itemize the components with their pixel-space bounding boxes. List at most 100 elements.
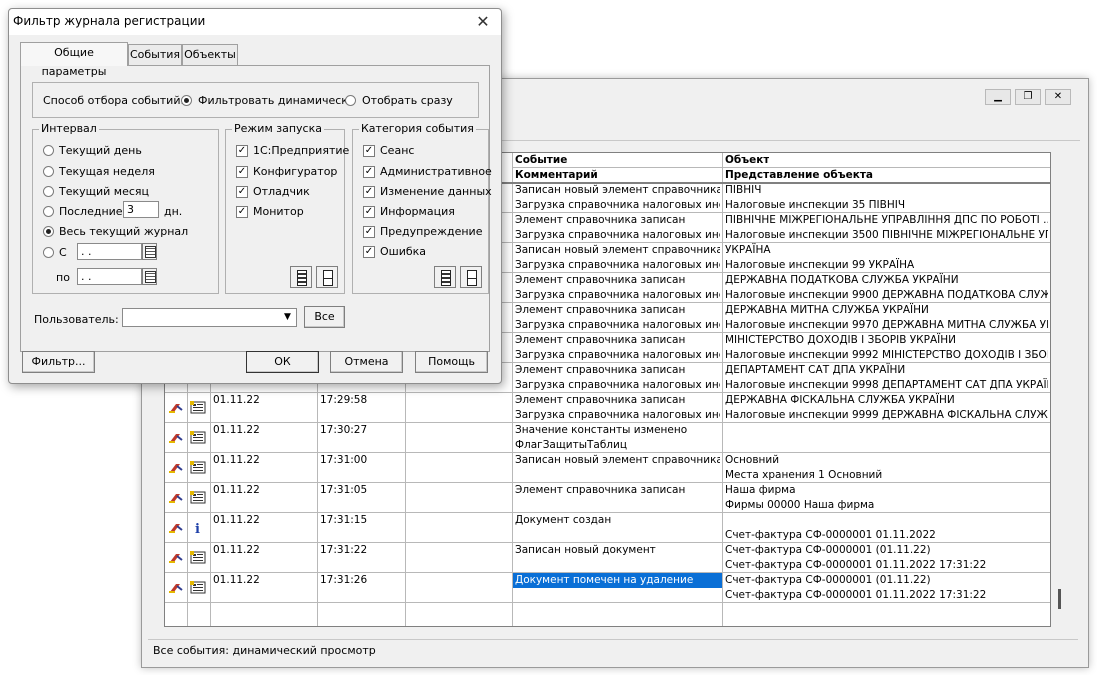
category-admin-checkbox[interactable]: ✓ [363,166,375,178]
object_repr-cell[interactable]: Налоговые инспекции 9999 ДЕРЖАВНА ФІСКАЛ… [725,408,1048,423]
time-cell[interactable]: 17:31:22 [320,543,403,558]
comment-cell[interactable]: Загрузка справочника налоговых инспе [515,348,720,363]
event-cell[interactable]: Элемент справочника записан [515,393,720,408]
object_repr-cell[interactable]: Налоговые инспекции 35 ПІВНІЧ [725,198,1048,213]
event-cell[interactable]: Документ создан [515,513,720,528]
from-calendar-button[interactable] [142,243,157,260]
category-data-change-checkbox[interactable]: ✓ [363,186,375,198]
last-days-input[interactable]: 3 [123,201,159,218]
restore-button[interactable]: ❐ [1015,89,1041,105]
object_repr-cell[interactable]: Налоговые инспекции 9970 ДЕРЖАВНА МИТНА … [725,318,1048,333]
event-cell[interactable]: Документ помечен на удаление [513,573,722,588]
select-now-radio[interactable] [345,95,356,106]
object_repr-cell[interactable]: Налоговые инспекции 9998 ДЕПАРТАМЕНТ САТ… [725,378,1048,393]
object_repr-cell[interactable]: Налоговые инспекции 99 УКРАЇНА [725,258,1048,273]
launch-debugger-checkbox[interactable]: ✓ [236,186,248,198]
ok-button[interactable]: ОК [246,351,319,373]
launch-enterprise-checkbox[interactable]: ✓ [236,145,248,157]
comment-cell[interactable]: Загрузка справочника налоговых инспе [515,318,720,333]
date-cell[interactable]: 01.11.22 [213,483,315,498]
time-cell[interactable]: 17:31:26 [320,573,403,588]
time-cell[interactable]: 17:31:00 [320,453,403,468]
chevron-down-icon[interactable]: ▼ [279,309,296,326]
filter-button[interactable]: Фильтр... [22,351,95,373]
filter-dynamic-radio[interactable] [181,95,192,106]
time-cell[interactable]: 17:31:05 [320,483,403,498]
time-cell[interactable]: 17:30:27 [320,423,403,438]
event-cell[interactable]: Элемент справочника записан [515,273,720,288]
event-cell[interactable]: Записан новый элемент справочника [515,243,720,258]
event-cell[interactable]: Записан новый документ [515,543,720,558]
event-cell[interactable]: Элемент справочника записан [515,483,720,498]
to-date-input[interactable]: . . [77,268,142,285]
help-button[interactable]: Помощь [415,351,488,373]
object_repr-cell[interactable]: Налоговые инспекции 9992 МІНІСТЕРСТВО ДО… [725,348,1048,363]
comment-cell[interactable]: Загрузка справочника налоговых инспе [515,288,720,303]
tab-objects[interactable]: Объекты [182,44,238,65]
comment-cell[interactable]: ФлагЗащитыТаблиц [515,438,720,453]
object_repr-cell[interactable]: Налоговые инспекции 3500 ПІВНІЧНЕ МІЖРЕГ… [725,228,1048,243]
close-button[interactable]: ✕ [1045,89,1071,105]
event-cell[interactable]: Значение константы изменено [515,423,720,438]
object-cell[interactable]: ДЕПАРТАМЕНТ САТ ДПА УКРАЇНИ [725,363,1048,378]
event-cell[interactable]: Элемент справочника записан [515,213,720,228]
to-calendar-button[interactable] [142,268,157,285]
date-cell[interactable]: 01.11.22 [213,513,315,528]
event-cell[interactable]: Записан новый элемент справочника [515,183,720,198]
column-header[interactable]: Объект [725,153,769,168]
category-session-checkbox[interactable]: ✓ [363,145,375,157]
all-users-button[interactable]: Все [304,306,345,328]
object-cell[interactable]: ДЕРЖАВНА ФІСКАЛЬНА СЛУЖБА УКРАЇНИ [725,393,1048,408]
object-cell[interactable]: ПІВНІЧНЕ МІЖРЕГІОНАЛЬНЕ УПРАВЛІННЯ ДПС П… [725,213,1048,228]
object_repr-cell[interactable]: Налоговые инспекции 9900 ДЕРЖАВНА ПОДАТК… [725,288,1048,303]
object-cell[interactable]: УКРАЇНА [725,243,1048,258]
minimize-button[interactable]: ▁ [985,89,1011,105]
column-header[interactable]: Комментарий [515,168,598,183]
scrollbar-thumb[interactable] [1058,589,1061,609]
object-cell[interactable]: МІНІСТЕРСТВО ДОХОДІВ І ЗБОРІВ УКРАЇНИ [725,333,1048,348]
object-cell[interactable]: Наша фирма [725,483,1048,498]
event-cell[interactable]: Элемент справочника записан [515,333,720,348]
object_repr-cell[interactable]: Счет-фактура СФ-0000001 01.11.2022 17:31… [725,558,1048,573]
tab-general[interactable]: Общие параметры [20,42,128,78]
date-cell[interactable]: 01.11.22 [213,423,315,438]
tab-events[interactable]: События [128,44,182,65]
event-cell[interactable]: Записан новый элемент справочника [515,453,720,468]
category-warning-checkbox[interactable]: ✓ [363,226,375,238]
object-cell[interactable]: ДЕРЖАВНА МИТНА СЛУЖБА УКРАЇНИ [725,303,1048,318]
comment-cell[interactable]: Загрузка справочника налоговых инспе [515,198,720,213]
event-cell[interactable]: Элемент справочника записан [515,363,720,378]
user-select[interactable] [122,308,297,327]
object_repr-cell[interactable]: Места хранения 1 Основний [725,468,1048,483]
date-cell[interactable]: 01.11.22 [213,393,315,408]
category-error-checkbox[interactable]: ✓ [363,246,375,258]
interval-from-radio[interactable] [43,247,54,258]
interval-last-radio[interactable] [43,206,54,217]
vertical-scrollbar[interactable] [1056,152,1072,625]
interval-current-week-radio[interactable] [43,166,54,177]
launch-configurator-checkbox[interactable]: ✓ [236,166,248,178]
object_repr-cell[interactable]: Счет-фактура СФ-0000001 01.11.2022 17:31… [725,588,1048,603]
time-cell[interactable]: 17:29:58 [320,393,403,408]
event-cell[interactable]: Элемент справочника записан [515,303,720,318]
category-info-checkbox[interactable]: ✓ [363,206,375,218]
object-cell[interactable]: Счет-фактура СФ-0000001 (01.11.22) [725,543,1048,558]
date-cell[interactable]: 01.11.22 [213,543,315,558]
time-cell[interactable]: 17:31:15 [320,513,403,528]
date-cell[interactable]: 01.11.22 [213,453,315,468]
launch-select-all-button[interactable] [290,266,312,288]
object-cell[interactable]: ДЕРЖАВНА ПОДАТКОВА СЛУЖБА УКРАЇНИ [725,273,1048,288]
interval-current-day-radio[interactable] [43,145,54,156]
interval-whole-journal-radio[interactable] [43,226,54,237]
cancel-button[interactable]: Отмена [330,351,403,373]
object_repr-cell[interactable]: Счет-фактура СФ-0000001 01.11.2022 [725,528,1048,543]
comment-cell[interactable]: Загрузка справочника налоговых инспе [515,228,720,243]
dialog-close-button[interactable]: ✕ [469,11,497,33]
object_repr-cell[interactable]: Фирмы 00000 Наша фирма [725,498,1048,513]
comment-cell[interactable]: Загрузка справочника налоговых инспе [515,378,720,393]
comment-cell[interactable]: Загрузка справочника налоговых инспе [515,408,720,423]
object-cell[interactable]: Счет-фактура СФ-0000001 (01.11.22) [725,573,1048,588]
launch-monitor-checkbox[interactable]: ✓ [236,206,248,218]
category-select-all-button[interactable] [434,266,456,288]
category-clear-all-button[interactable] [460,266,482,288]
